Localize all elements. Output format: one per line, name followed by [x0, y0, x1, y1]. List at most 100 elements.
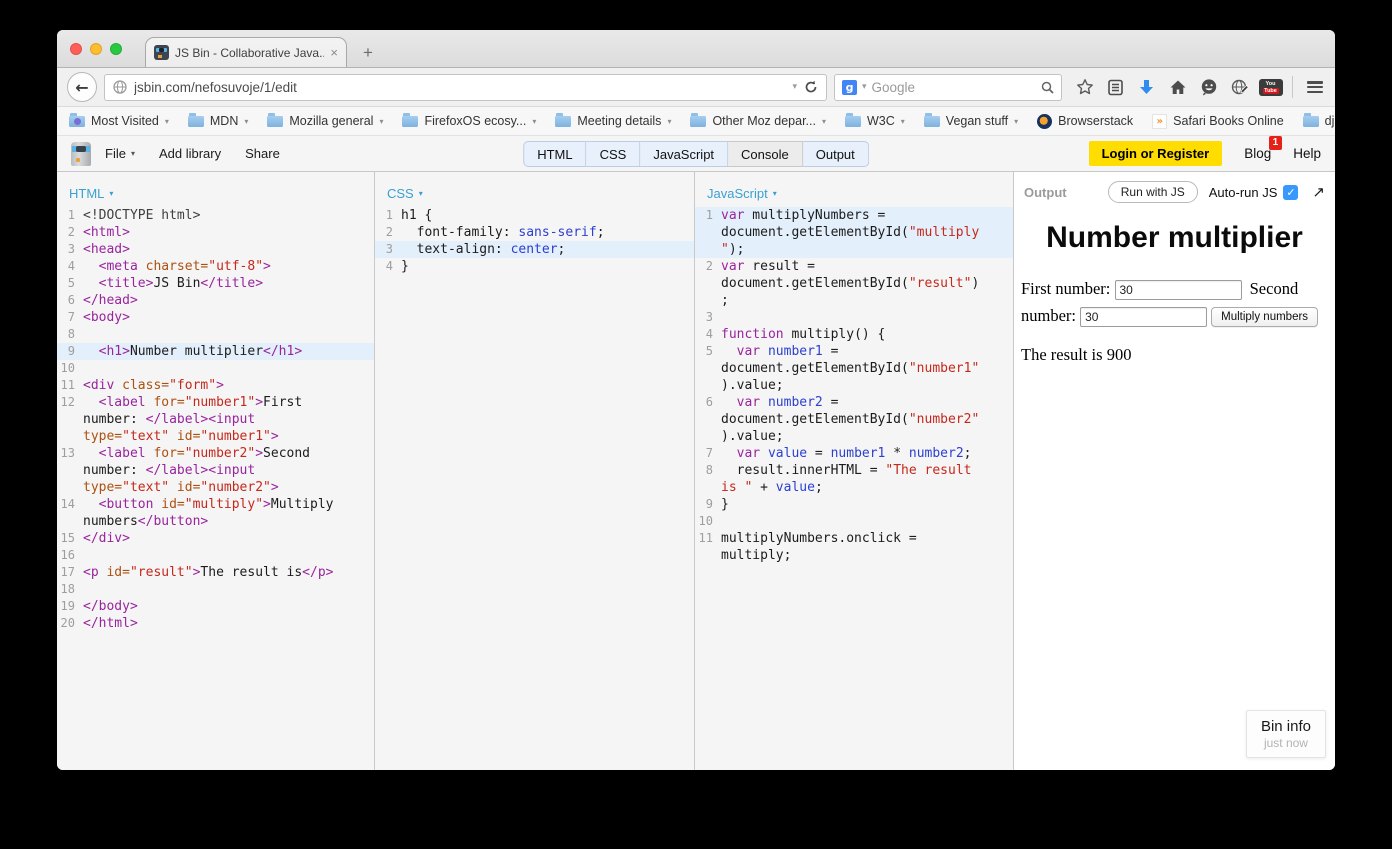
bookmark-safari-books-online[interactable]: »Safari Books Online: [1152, 114, 1283, 129]
bookmark-firefoxos-ecosy[interactable]: FirefoxOS ecosy...▾: [402, 114, 536, 128]
code-line[interactable]: 4}: [375, 258, 694, 275]
first-number-input[interactable]: [1115, 280, 1242, 300]
tab-html[interactable]: HTML: [523, 141, 586, 167]
search-engine-dropdown-icon[interactable]: ▾: [862, 82, 867, 92]
code-line[interactable]: number: </label><input: [57, 411, 374, 428]
search-icon[interactable]: [1041, 81, 1054, 94]
code-line[interactable]: ");: [695, 241, 1013, 258]
code-line[interactable]: 9 <h1>Number multiplier</h1>: [57, 343, 374, 360]
youtube-icon[interactable]: YouTube: [1257, 74, 1284, 101]
minimize-window-button[interactable]: [90, 43, 102, 55]
bin-info-box[interactable]: Bin info just now: [1246, 710, 1326, 758]
code-line[interactable]: 7 var value = number1 * number2;: [695, 445, 1013, 462]
code-line[interactable]: document.getElementById("number1": [695, 360, 1013, 377]
code-line[interactable]: 4function multiply() {: [695, 326, 1013, 343]
help-link[interactable]: Help: [1293, 146, 1321, 161]
javascript-panel-header[interactable]: JavaScript ▾: [695, 172, 1013, 204]
tab-javascript[interactable]: JavaScript: [640, 141, 728, 167]
globe-pencil-icon[interactable]: [1226, 74, 1253, 101]
multiply-numbers-button[interactable]: Multiply numbers: [1211, 307, 1318, 327]
code-line[interactable]: 3<head>: [57, 241, 374, 258]
code-line[interactable]: 6</head>: [57, 292, 374, 309]
popout-arrow-icon[interactable]: ↗: [1312, 183, 1325, 201]
code-line[interactable]: 8: [57, 326, 374, 343]
code-line[interactable]: 1h1 {: [375, 207, 694, 224]
menu-share[interactable]: Share: [245, 146, 280, 161]
code-line[interactable]: document.getElementById("result"): [695, 275, 1013, 292]
back-button[interactable]: ←: [67, 72, 97, 102]
url-bar[interactable]: ▾: [104, 74, 827, 101]
code-line[interactable]: 19</body>: [57, 598, 374, 615]
bookmark-mozilla-general[interactable]: Mozilla general▾: [267, 114, 383, 128]
code-line[interactable]: document.getElementById("number2": [695, 411, 1013, 428]
bookmark-django-stuff[interactable]: django-stuff▾: [1303, 114, 1335, 128]
bookmark-browserstack[interactable]: Browserstack: [1037, 114, 1133, 129]
tab-close-icon[interactable]: ×: [330, 46, 338, 59]
code-line[interactable]: 10: [57, 360, 374, 377]
code-line[interactable]: 1var multiplyNumbers =: [695, 207, 1013, 224]
code-line[interactable]: 5 <title>JS Bin</title>: [57, 275, 374, 292]
code-line[interactable]: 6 var number2 =: [695, 394, 1013, 411]
menu-hamburger-icon[interactable]: [1301, 74, 1328, 101]
chat-smiley-icon[interactable]: [1195, 74, 1222, 101]
url-dropdown-icon[interactable]: ▾: [792, 82, 797, 92]
tab-css[interactable]: CSS: [587, 141, 641, 167]
bookmark-mdn[interactable]: MDN▾: [188, 114, 248, 128]
code-line[interactable]: 16: [57, 547, 374, 564]
code-line[interactable]: numbers</button>: [57, 513, 374, 530]
bookmark-meeting-details[interactable]: Meeting details▾: [555, 114, 671, 128]
code-line[interactable]: 11multiplyNumbers.onclick =: [695, 530, 1013, 547]
home-icon[interactable]: [1164, 74, 1191, 101]
bookmarks-menu-icon[interactable]: [1102, 74, 1129, 101]
code-line[interactable]: 7<body>: [57, 309, 374, 326]
menu-file[interactable]: File▾: [105, 146, 135, 161]
code-line[interactable]: 12 <label for="number1">First: [57, 394, 374, 411]
autorun-checkbox[interactable]: ✓: [1283, 185, 1298, 200]
css-panel-header[interactable]: CSS ▾: [375, 172, 694, 204]
code-line[interactable]: 2var result =: [695, 258, 1013, 275]
code-line[interactable]: 11<div class="form">: [57, 377, 374, 394]
code-line[interactable]: 17<p id="result">The result is</p>: [57, 564, 374, 581]
code-line[interactable]: 9}: [695, 496, 1013, 513]
code-line[interactable]: 15</div>: [57, 530, 374, 547]
code-line[interactable]: 20</html>: [57, 615, 374, 632]
code-line[interactable]: ).value;: [695, 428, 1013, 445]
reload-icon[interactable]: [804, 80, 818, 94]
new-tab-button[interactable]: +: [357, 43, 379, 63]
close-window-button[interactable]: [70, 43, 82, 55]
code-line[interactable]: 4 <meta charset="utf-8">: [57, 258, 374, 275]
javascript-code-editor[interactable]: 1var multiplyNumbers =document.getElemen…: [695, 204, 1013, 564]
code-line[interactable]: 5 var number1 =: [695, 343, 1013, 360]
downloads-icon[interactable]: [1133, 74, 1160, 101]
code-line[interactable]: 2<html>: [57, 224, 374, 241]
run-with-js-button[interactable]: Run with JS: [1108, 181, 1198, 203]
zoom-window-button[interactable]: [110, 43, 122, 55]
code-line[interactable]: document.getElementById("multiply: [695, 224, 1013, 241]
css-code-editor[interactable]: 1h1 {2 font-family: sans-serif;3 text-al…: [375, 204, 694, 275]
code-line[interactable]: 13 <label for="number2">Second: [57, 445, 374, 462]
menu-add-library[interactable]: Add library: [159, 146, 221, 161]
search-input[interactable]: Google: [872, 80, 1036, 95]
tab-output[interactable]: Output: [803, 141, 869, 167]
code-line[interactable]: multiply;: [695, 547, 1013, 564]
bookmark-most-visited[interactable]: Most Visited▾: [69, 114, 169, 128]
tab-console[interactable]: Console: [728, 141, 803, 167]
code-line[interactable]: 10: [695, 513, 1013, 530]
html-panel-header[interactable]: HTML ▾: [57, 172, 374, 204]
code-line[interactable]: ).value;: [695, 377, 1013, 394]
bookmark-star-icon[interactable]: [1071, 74, 1098, 101]
code-line[interactable]: 1<!DOCTYPE html>: [57, 207, 374, 224]
code-line[interactable]: 14 <button id="multiply">Multiply: [57, 496, 374, 513]
url-input[interactable]: [134, 80, 785, 95]
browser-tab[interactable]: JS Bin - Collaborative Java... ×: [145, 37, 347, 67]
code-line[interactable]: number: </label><input: [57, 462, 374, 479]
code-line[interactable]: is " + value;: [695, 479, 1013, 496]
code-line[interactable]: 3 text-align: center;: [375, 241, 694, 258]
code-line[interactable]: type="text" id="number2">: [57, 479, 374, 496]
bookmark-vegan-stuff[interactable]: Vegan stuff▾: [924, 114, 1018, 128]
search-bar[interactable]: g ▾ Google: [834, 74, 1062, 101]
code-line[interactable]: 8 result.innerHTML = "The result: [695, 462, 1013, 479]
code-line[interactable]: 18: [57, 581, 374, 598]
html-code-editor[interactable]: 1<!DOCTYPE html>2<html>3<head>4 <meta ch…: [57, 204, 374, 632]
bookmark-other-moz-depar[interactable]: Other Moz depar...▾: [690, 114, 826, 128]
